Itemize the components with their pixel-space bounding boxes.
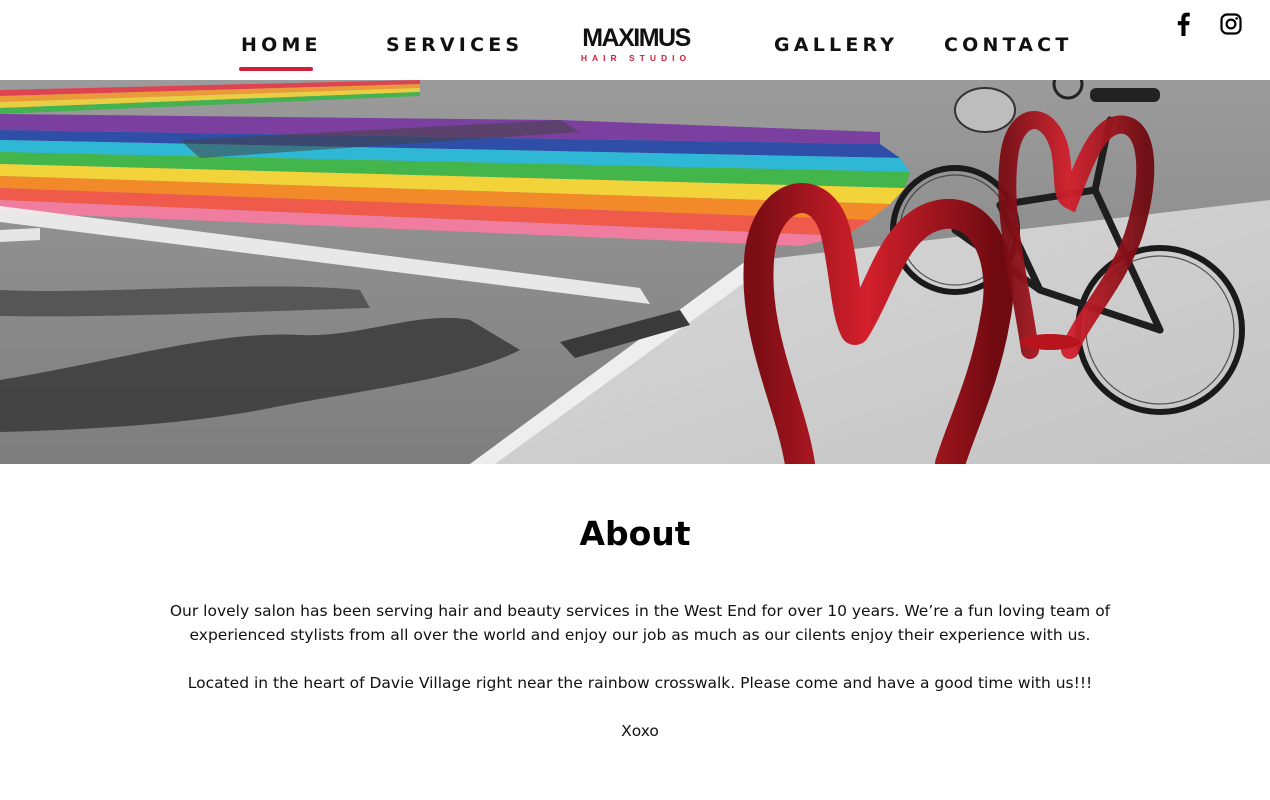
nav-services-link[interactable]: SERVICES [386, 34, 523, 56]
about-heading: About [579, 514, 691, 553]
about-paragraph-intro: Our lovely salon has been serving hair a… [169, 602, 1111, 644]
maximus-logo[interactable]: MAXIMUS HAIR STUDIO [566, 24, 706, 64]
instagram-icon[interactable] [1217, 10, 1245, 38]
about-signoff: Xoxo [621, 722, 659, 740]
nav-active-underline [239, 67, 313, 71]
logo-graphic: MAXIMUS HAIR STUDIO [581, 24, 692, 63]
facebook-icon[interactable] [1169, 10, 1197, 38]
hero-image [0, 80, 1270, 464]
logo-tagline: HAIR STUDIO [581, 53, 691, 63]
nav-gallery-link[interactable]: GALLERY [774, 34, 898, 56]
nav-contact-link[interactable]: CONTACT [944, 34, 1073, 56]
about-paragraph-location: Located in the heart of Davie Village ri… [187, 674, 1093, 692]
logo-wordmark: MAXIMUS [582, 24, 690, 52]
site-header: HOME SERVICES MAXIMUS HAIR STUDIO GALLER… [0, 0, 1270, 80]
rainbow-crosswalk-photo [0, 80, 1270, 464]
nav-home-link[interactable]: HOME [241, 34, 322, 56]
